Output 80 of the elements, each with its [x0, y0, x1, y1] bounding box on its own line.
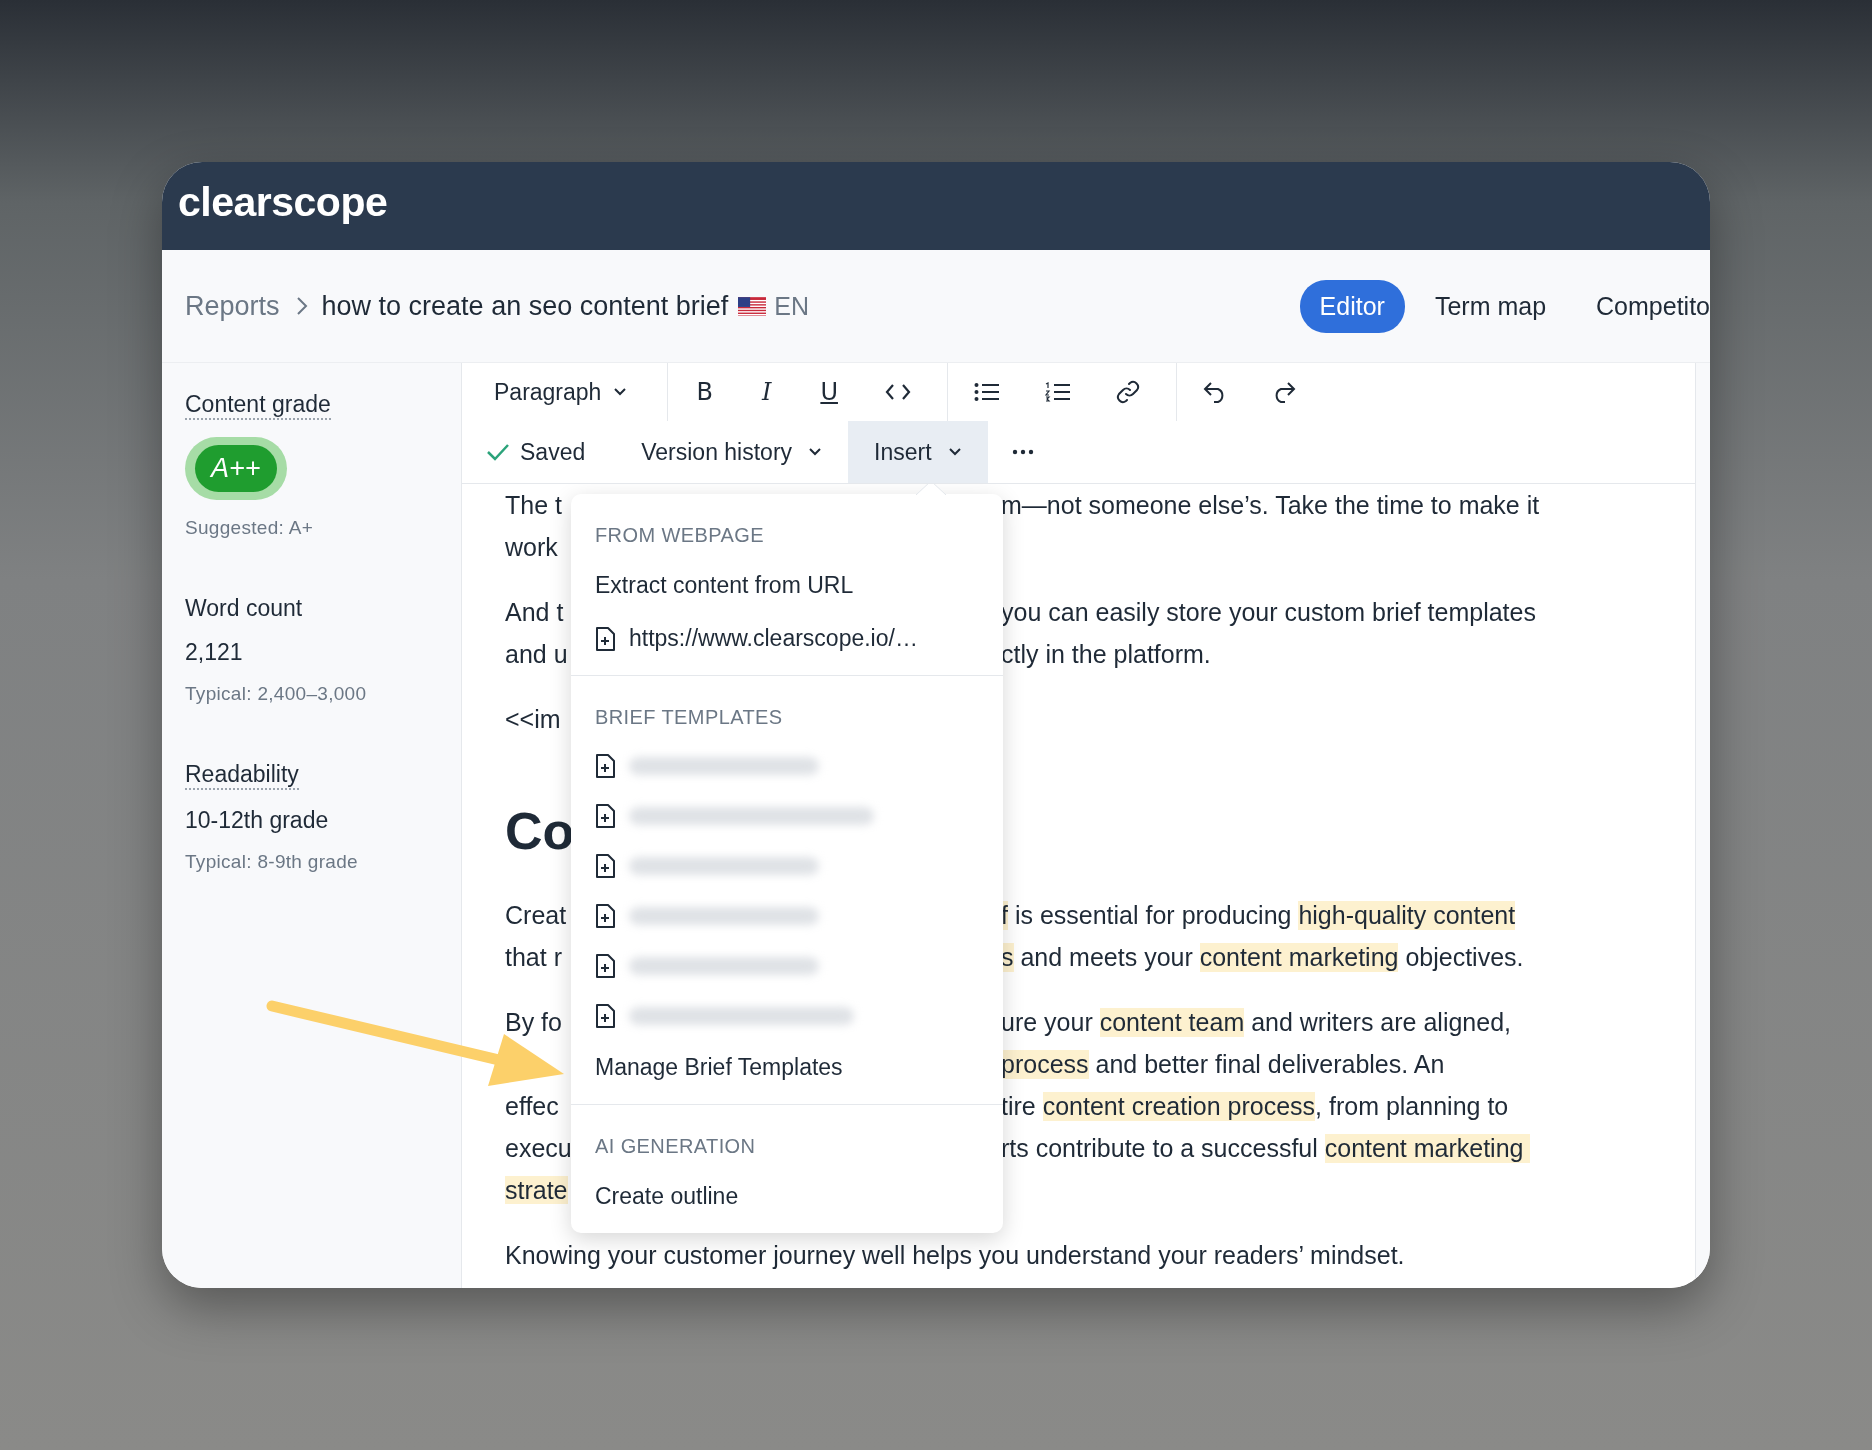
metric-note: Suggested: A+ [185, 517, 314, 539]
menu-item[interactable]: Manage Brief Templates [571, 1041, 1003, 1094]
caret-icon [613, 387, 628, 397]
highlighted-term: content team [1099, 1007, 1245, 1037]
menu-section-heading: FROM WEBPAGE [594, 523, 765, 548]
metric-value: 10-12th grade [185, 807, 329, 834]
highlighted-term: content marketing [1199, 942, 1399, 972]
bold-button[interactable]: B [694, 378, 715, 406]
body-text: By fo [505, 1007, 562, 1036]
file-add-icon [595, 804, 615, 828]
body-text: rts contribute to a successful [1001, 1133, 1319, 1163]
body-text: tire [1001, 1091, 1037, 1121]
language-code: EN [774, 291, 810, 321]
body-text: m—not someone else’s. Take the time to make it [1001, 490, 1540, 520]
body-text: The t [505, 490, 562, 519]
body-text: that r [505, 942, 562, 971]
file-add-icon [595, 1004, 615, 1028]
metric-note: Typical: 8-9th grade [185, 851, 358, 873]
file-add-icon [595, 954, 615, 978]
report-title: how to create an seo content brief [321, 290, 729, 322]
metric-value: 2,121 [185, 639, 243, 666]
view-tab[interactable]: Editor [1299, 279, 1405, 333]
body-text: work [505, 532, 558, 561]
save-status: Saved [520, 438, 586, 466]
menu-dropdown[interactable]: Insert [848, 421, 988, 483]
caret-icon [947, 447, 962, 457]
body-text: ctly in the platform. [1001, 639, 1211, 669]
body-text: objectives. [1404, 942, 1524, 972]
body-text: and u [505, 639, 568, 668]
check-icon [486, 443, 510, 461]
menu-item[interactable]: Create outline [571, 1170, 1003, 1223]
caret-icon [808, 447, 823, 457]
url-text: https://www.clearscope.io/… [629, 625, 918, 652]
code-icon[interactable] [884, 383, 911, 401]
file-add-icon [595, 626, 615, 651]
highlighted-term: strate [505, 1175, 568, 1204]
highlighted-term: content creation process [1042, 1091, 1316, 1121]
menu-section-heading: AI GENERATION [594, 1134, 757, 1159]
body-text: ure your [1001, 1007, 1094, 1037]
body-text: and better final deliverables. An [1094, 1049, 1445, 1079]
paragraph-dropdown[interactable]: Paragraph [472, 370, 668, 414]
body-text: is essential for producing [1013, 900, 1293, 930]
menu-item[interactable]: https://www.clearscope.io/… [571, 612, 1003, 665]
body-text: Knowing your customer journey well helps you understand your readers’ mindset. [505, 1240, 1405, 1270]
body-text: execu [505, 1133, 572, 1162]
metric-label: Content grade [185, 391, 331, 420]
body-text: and meets your [1019, 942, 1194, 972]
logo[interactable]: clearscope [178, 178, 388, 226]
heading-text: Co [505, 802, 575, 860]
menu-section-heading: BRIEF TEMPLATES [594, 705, 784, 730]
menu-item[interactable]: Extract content from URL [571, 559, 1003, 612]
body-text: effec [505, 1091, 559, 1120]
highlighted-term: process [1001, 1049, 1089, 1079]
italic-button[interactable]: I [759, 378, 774, 406]
flag-icon [738, 296, 767, 316]
view-tab[interactable]: Term map [1414, 279, 1567, 333]
more-icon[interactable] [1011, 449, 1034, 455]
breadcrumb-link[interactable]: Reports [185, 290, 280, 322]
link-icon[interactable] [1115, 380, 1140, 404]
highlighted-term: content marketing [1324, 1133, 1531, 1163]
chevron-right-icon [295, 296, 308, 316]
body-text: Creat [505, 900, 567, 929]
file-add-icon [595, 904, 615, 928]
body-text: And t [505, 597, 564, 626]
metric-label: Word count [185, 595, 303, 622]
view-tab[interactable]: Competito [1576, 279, 1710, 333]
bullet-list-icon[interactable] [973, 382, 1000, 402]
metric-label: Readability [185, 761, 299, 790]
highlighted-term: high-quality content [1298, 900, 1516, 930]
file-add-icon [595, 754, 615, 778]
numbered-list-icon[interactable] [1044, 381, 1071, 403]
underline-button[interactable]: U [818, 378, 840, 406]
file-add-icon [595, 854, 615, 878]
body-text: <<im [505, 704, 561, 733]
menu-dropdown[interactable]: Version history [615, 421, 849, 483]
body-text: , from planning to [1315, 1091, 1509, 1121]
grade-badge: A++ [185, 437, 287, 500]
body-text: you can easily store your custom brief templates [1001, 597, 1536, 627]
metric-note: Typical: 2,400–3,000 [185, 683, 367, 705]
body-text: and writers are aligned, [1250, 1007, 1511, 1037]
